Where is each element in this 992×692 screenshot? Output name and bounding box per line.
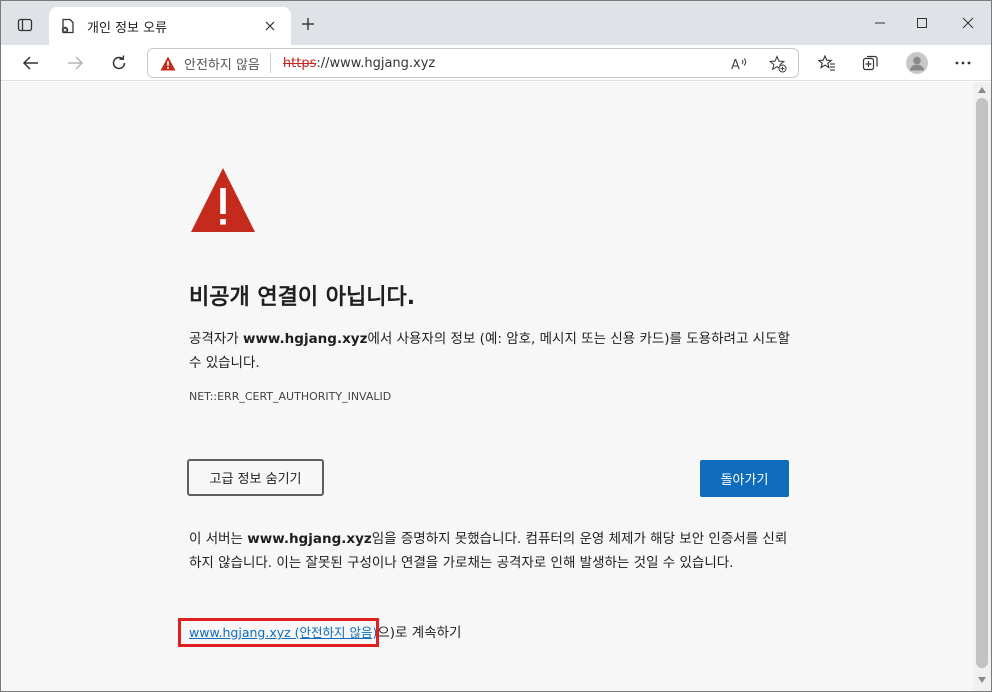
hide-advanced-button[interactable]: 고급 정보 숨기기 [187,459,324,496]
arrow-right-icon [68,56,84,70]
tab-bar: 개인 정보 오류 [1,1,991,45]
highlight-annotation [178,618,379,647]
advanced-details: 이 서버는 www.hgjang.xyz임을 증명하지 못했습니다. 컴퓨터의 … [189,527,791,575]
read-aloud-icon[interactable]: A [730,54,750,74]
profile-button[interactable] [903,49,931,77]
collections-button[interactable] [857,49,885,77]
back-button[interactable] [17,49,45,77]
warning-triangle-icon [191,168,255,232]
refresh-icon [112,55,126,70]
tab-active[interactable]: 개인 정보 오류 [49,7,291,45]
desc-prefix: 공격자가 [189,331,243,347]
security-label: 안전하지 않음 [184,57,260,73]
tab-title: 개인 정보 오류 [87,20,168,36]
page-title: 비공개 연결이 아닙니다. [189,285,416,310]
go-back-button[interactable]: 돌아가기 [700,460,789,497]
forward-button[interactable] [61,49,89,77]
new-tab-button[interactable] [297,13,319,35]
settings-more-button[interactable] [949,49,977,77]
detail-prefix: 이 서버는 [189,531,248,547]
favorites-icon [818,54,835,71]
refresh-button[interactable] [105,49,133,77]
maximize-button[interactable] [907,9,937,37]
address-bar[interactable]: 안전하지 않음 https://www.hgjang.xyz A [147,48,799,78]
browser-window: 개인 정보 오류 안전하지 않음 https://www.hgjang.xyz … [0,0,992,692]
warning-icon [160,56,176,70]
scrollbar-thumb[interactable] [976,98,988,668]
security-indicator[interactable]: 안전하지 않음 [148,53,271,73]
maximize-icon [917,18,927,28]
minimize-button[interactable] [865,9,895,37]
warning-description: 공격자가 www.hgjang.xyz에서 사용자의 정보 (예: 암호, 메시… [189,327,791,375]
add-favorite-icon[interactable] [768,54,788,74]
proceed-suffix: 으)로 계속하기 [377,625,462,641]
url-scheme: https [282,55,317,71]
detail-host: www.hgjang.xyz [247,531,372,547]
url-host: ://www.hgjang.xyz [316,55,436,71]
close-icon [962,17,974,29]
favorites-button[interactable] [813,49,841,77]
scroll-up-arrow-icon[interactable] [977,86,987,94]
tab-actions-icon [17,18,33,32]
vertical-scrollbar[interactable] [973,82,991,691]
arrow-left-icon [22,56,38,70]
tab-close-icon[interactable] [259,15,281,37]
minimize-icon [875,22,885,24]
close-window-button[interactable] [953,9,983,37]
avatar-icon [906,52,928,74]
collections-icon [862,55,878,71]
error-code: NET::ERR_CERT_AUTHORITY_INVALID [189,390,392,403]
navigation-bar: 안전하지 않음 https://www.hgjang.xyz A [1,45,991,81]
desc-host: www.hgjang.xyz [242,331,368,347]
svg-text:A: A [731,58,740,72]
url-text: https://www.hgjang.xyz [283,56,435,71]
more-icon [955,61,971,65]
tab-actions-button[interactable] [13,13,37,37]
plus-icon [302,18,314,30]
error-page-icon [59,17,77,35]
scroll-down-arrow-icon[interactable] [977,676,987,684]
page-content [1,82,973,691]
